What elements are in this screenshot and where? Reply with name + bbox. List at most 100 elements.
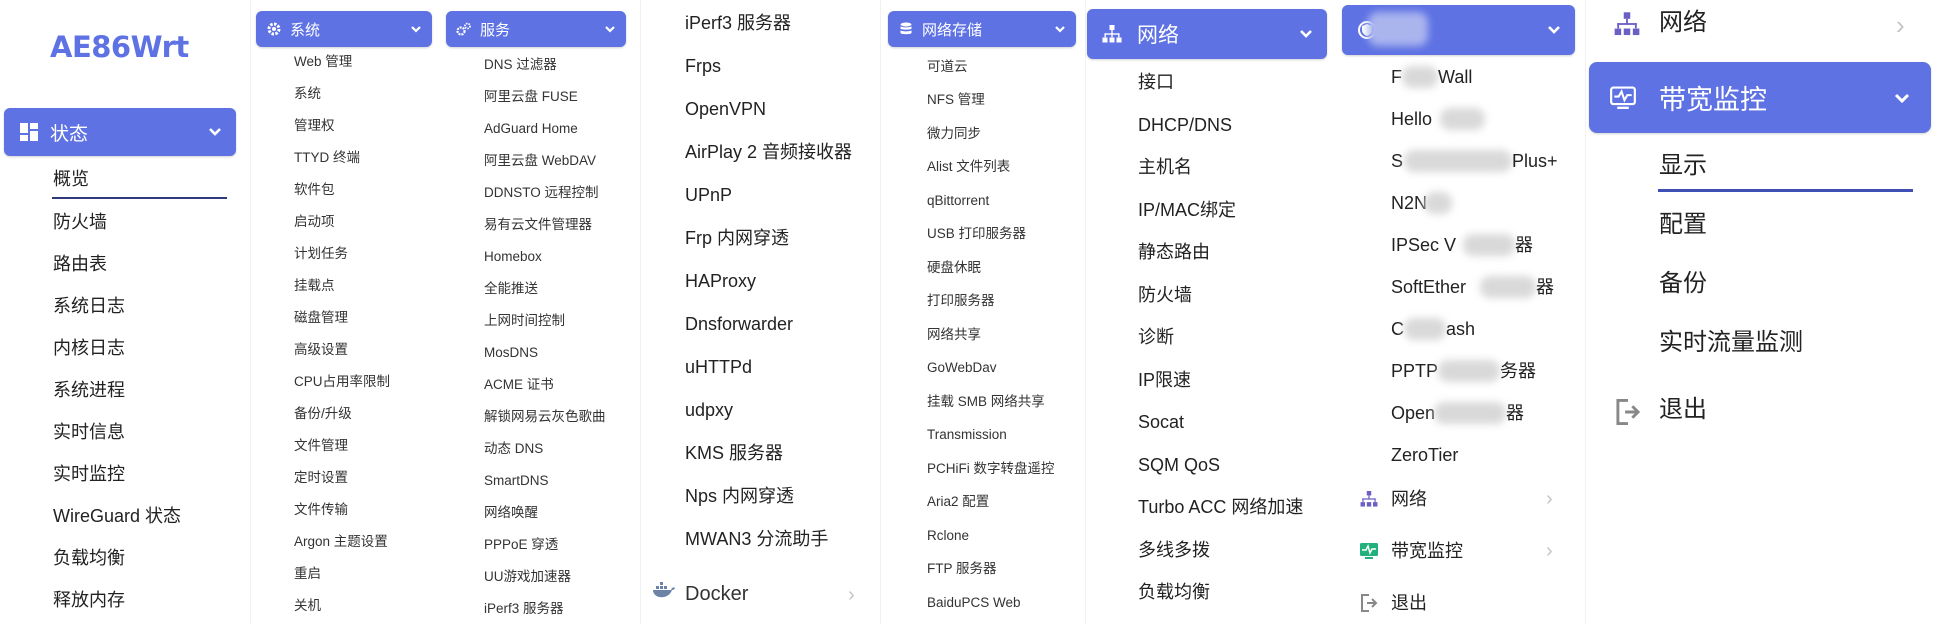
menu-item-realtime-info[interactable]: 实时信息: [53, 423, 125, 441]
menu-header-network[interactable]: 网络: [1087, 9, 1327, 59]
menu-item[interactable]: BaiduPCS Web: [927, 596, 1021, 610]
menu-item[interactable]: Nps 内网穿透: [685, 487, 794, 505]
menu-item[interactable]: Socat: [1138, 413, 1184, 431]
menu-item[interactable]: 全能推送: [484, 282, 538, 296]
menu-item[interactable]: USB 打印服务器: [927, 227, 1026, 241]
menu-item[interactable]: Web 管理: [294, 55, 352, 69]
menu-item-wireguard-status[interactable]: WireGuard 状态: [53, 507, 181, 525]
menu-item[interactable]: NFS 管理: [927, 93, 985, 107]
menu-item[interactable]: HAProxy: [685, 272, 756, 290]
menu-item[interactable]: 定时设置: [294, 471, 348, 485]
menu-item-logout[interactable]: 退出: [1391, 594, 1427, 612]
menu-item[interactable]: 多线多拨: [1138, 541, 1210, 559]
menu-item[interactable]: 软件包: [294, 183, 335, 197]
menu-item[interactable]: DHCP/DNS: [1138, 116, 1232, 134]
menu-item[interactable]: PPPoE 穿透: [484, 538, 558, 552]
menu-item-backup[interactable]: 备份: [1659, 272, 1707, 296]
menu-item-firewall[interactable]: 防火墙: [53, 213, 107, 231]
menu-item[interactable]: iPerf3 服务器: [685, 14, 791, 32]
menu-item[interactable]: FTP 服务器: [927, 562, 997, 576]
menu-item[interactable]: 启动项: [294, 215, 335, 229]
menu-item[interactable]: 硬盘休眠: [927, 261, 981, 275]
menu-item[interactable]: 静态路由: [1138, 243, 1210, 261]
menu-item[interactable]: Transmission: [927, 428, 1007, 442]
menu-item[interactable]: 系统: [294, 87, 321, 101]
menu-header-bandwidth[interactable]: 带宽监控: [1589, 62, 1931, 133]
menu-item[interactable]: 打印服务器: [927, 294, 995, 308]
menu-item[interactable]: AdGuard Home: [484, 122, 578, 136]
menu-item[interactable]: 重启: [294, 567, 321, 581]
menu-group-docker[interactable]: Docker: [685, 584, 748, 604]
menu-item[interactable]: Alist 文件列表: [927, 160, 1010, 174]
menu-item-zerotier[interactable]: ZeroTier: [1391, 446, 1458, 464]
menu-item[interactable]: OpenVPN: [685, 100, 766, 118]
menu-item[interactable]: 阿里云盘 FUSE: [484, 90, 578, 104]
menu-item[interactable]: 诊断: [1138, 328, 1174, 346]
menu-item[interactable]: 挂载点: [294, 279, 335, 293]
menu-item-display[interactable]: 显示: [1659, 154, 1707, 178]
menu-header-storage[interactable]: 网络存储: [888, 11, 1076, 47]
menu-item-free-memory[interactable]: 释放内存: [53, 591, 125, 609]
menu-header-status[interactable]: 状态: [4, 108, 236, 156]
menu-item[interactable]: 计划任务: [294, 247, 348, 261]
menu-item[interactable]: DDNSTO 远程控制: [484, 186, 599, 200]
menu-item[interactable]: qBittorrent: [927, 194, 989, 208]
menu-item[interactable]: MWAN3 分流助手: [685, 530, 828, 548]
menu-item[interactable]: AirPlay 2 音频接收器: [685, 143, 852, 161]
menu-group-bandwidth[interactable]: 带宽监控: [1391, 542, 1463, 560]
menu-item[interactable]: 备份/升级: [294, 407, 352, 421]
menu-item-overview[interactable]: 概览: [53, 170, 89, 188]
menu-item[interactable]: IP限速: [1138, 371, 1191, 389]
menu-item[interactable]: Argon 主题设置: [294, 535, 388, 549]
menu-item-config[interactable]: 配置: [1659, 213, 1707, 237]
menu-group-network[interactable]: 网络: [1391, 490, 1427, 508]
menu-item[interactable]: udpxy: [685, 401, 733, 419]
menu-item-syslog[interactable]: 系统日志: [53, 297, 125, 315]
menu-item[interactable]: 阿里云盘 WebDAV: [484, 154, 596, 168]
menu-item[interactable]: 可道云: [927, 60, 968, 74]
menu-item[interactable]: 挂载 SMB 网络共享: [927, 395, 1045, 409]
menu-item[interactable]: iPerf3 服务器: [484, 602, 564, 616]
menu-item[interactable]: 高级设置: [294, 343, 348, 357]
menu-item[interactable]: 微力同步: [927, 127, 981, 141]
menu-item-load-balance[interactable]: 负载均衡: [53, 549, 125, 567]
menu-item[interactable]: 上网时间控制: [484, 314, 565, 328]
menu-item[interactable]: 网络共享: [927, 328, 981, 342]
menu-item[interactable]: Homebox: [484, 250, 542, 264]
menu-item[interactable]: PCHiFi 数字转盘遥控: [927, 462, 1055, 476]
menu-item[interactable]: CPU占用率限制: [294, 375, 390, 389]
menu-item[interactable]: 负载均衡: [1138, 583, 1210, 601]
menu-item-routes[interactable]: 路由表: [53, 255, 107, 273]
menu-item[interactable]: MosDNS: [484, 346, 538, 360]
menu-header-system[interactable]: 系统: [256, 11, 432, 47]
menu-item[interactable]: 管理权: [294, 119, 335, 133]
menu-header-services[interactable]: 服务: [446, 11, 626, 47]
menu-item[interactable]: SQM QoS: [1138, 456, 1220, 474]
menu-item[interactable]: KMS 服务器: [685, 444, 783, 462]
menu-item[interactable]: 防火墙: [1138, 286, 1192, 304]
menu-item[interactable]: 文件传输: [294, 503, 348, 517]
menu-item[interactable]: Turbo ACC 网络加速: [1138, 498, 1303, 516]
menu-item[interactable]: Aria2 配置: [927, 495, 989, 509]
menu-item[interactable]: 关机: [294, 599, 321, 613]
menu-item[interactable]: 动态 DNS: [484, 442, 543, 456]
menu-item-logout[interactable]: 退出: [1659, 398, 1707, 422]
menu-item-kernel-log[interactable]: 内核日志: [53, 339, 125, 357]
menu-item[interactable]: 磁盘管理: [294, 311, 348, 325]
menu-group-network[interactable]: 网络: [1659, 11, 1707, 35]
menu-item[interactable]: Rclone: [927, 529, 969, 543]
menu-item-realtime-traffic[interactable]: 实时流量监测: [1659, 331, 1803, 355]
menu-item[interactable]: Frp 内网穿透: [685, 229, 789, 247]
menu-item[interactable]: uHTTPd: [685, 358, 752, 376]
menu-item[interactable]: 文件管理: [294, 439, 348, 453]
menu-item-processes[interactable]: 系统进程: [53, 381, 125, 399]
menu-item[interactable]: Dnsforwarder: [685, 315, 793, 333]
menu-item[interactable]: UU游戏加速器: [484, 570, 571, 584]
menu-item[interactable]: UPnP: [685, 186, 732, 204]
menu-item[interactable]: Frps: [685, 57, 721, 75]
menu-item[interactable]: GoWebDav: [927, 361, 997, 375]
menu-item[interactable]: 接口: [1138, 73, 1174, 91]
menu-item[interactable]: SmartDNS: [484, 474, 549, 488]
menu-item-realtime-monitor[interactable]: 实时监控: [53, 465, 125, 483]
menu-item[interactable]: 主机名: [1138, 158, 1192, 176]
